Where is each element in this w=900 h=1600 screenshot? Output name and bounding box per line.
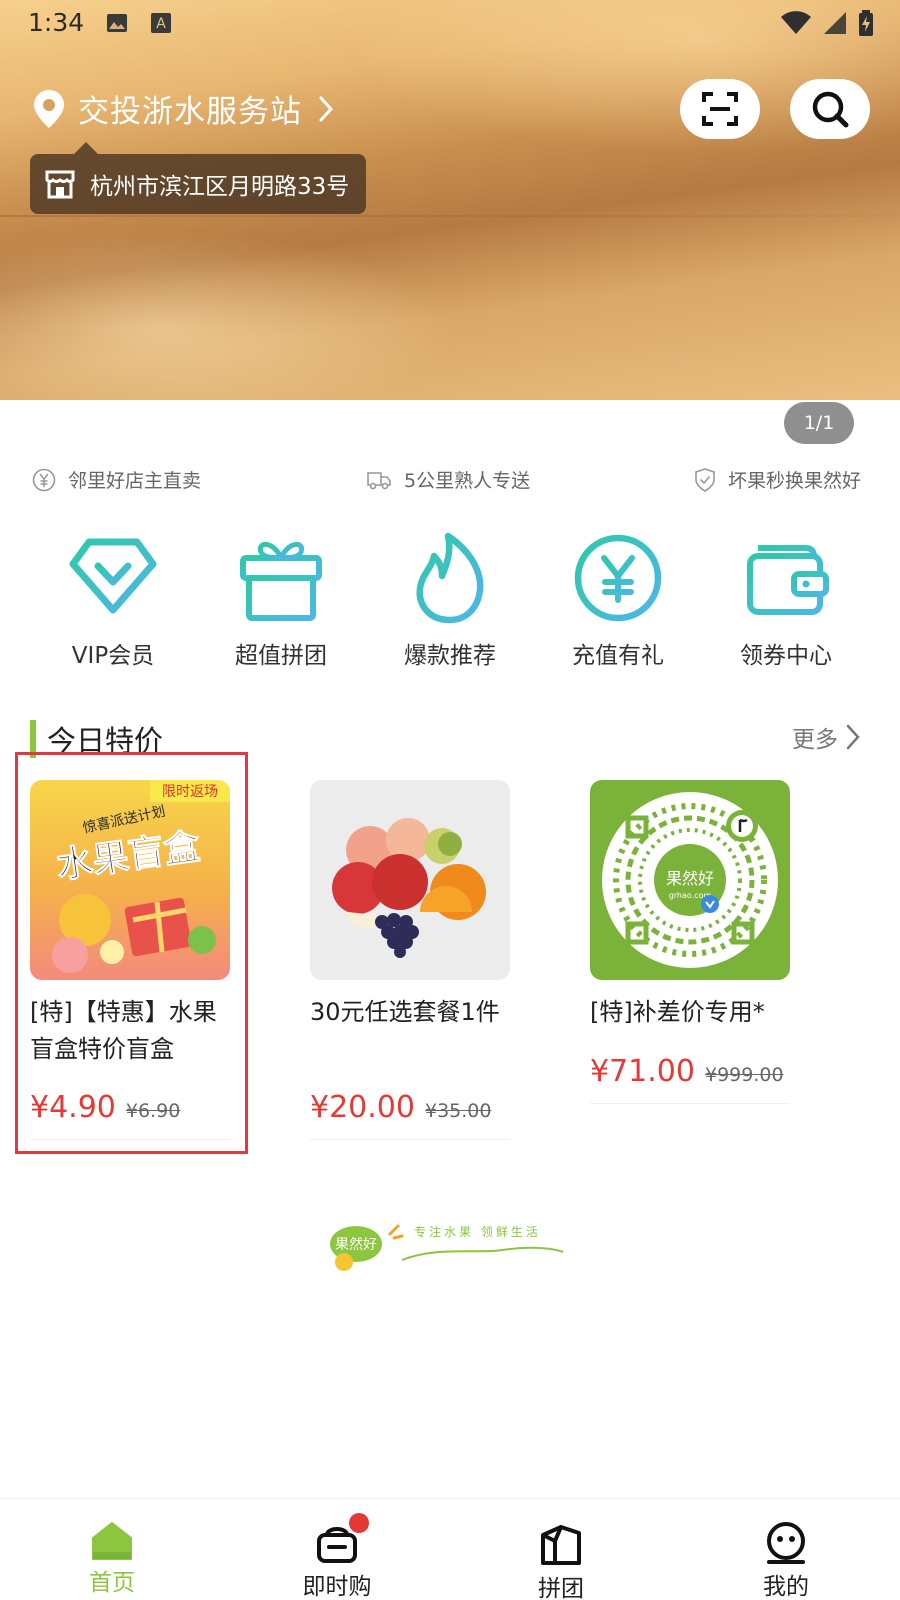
feature-label: 坏果秒换果然好	[728, 470, 862, 492]
chevron-right-icon	[846, 724, 860, 750]
wallet-icon	[747, 545, 829, 615]
more-link[interactable]: 更多	[792, 720, 860, 754]
divider	[310, 1139, 510, 1140]
wifi-icon	[781, 11, 811, 35]
category-label: 充值有礼	[572, 643, 664, 669]
bottom-tab-bar: 首页 即时购 拼团 我的	[0, 1498, 900, 1600]
feature-delivery: 5公里熟人专送	[366, 466, 530, 493]
feature-label: 5公里熟人专送	[404, 470, 531, 492]
banner[interactable]: 1:34 A 交投浙水服务站 杭州市滨江区月明路33号	[0, 0, 900, 400]
address-pill[interactable]: 杭州市滨江区月明路33号	[30, 142, 366, 214]
tab-profile[interactable]: 我的	[716, 1499, 856, 1600]
product-card[interactable]: 果然好 grhao.com [特]补差价专用* ¥71.00 ¥999.00	[590, 780, 790, 1104]
category-label: 超值拼团	[235, 643, 327, 669]
yen-circle-icon	[32, 468, 56, 491]
qr-brand-text: 果然好	[666, 869, 714, 888]
product-name: 30元任选套餐1件	[310, 998, 500, 1026]
delivery-truck-icon	[367, 471, 391, 489]
status-icons	[780, 10, 874, 36]
product-old-price: ¥999.00	[704, 1064, 784, 1086]
banner-pager: 1/1	[784, 402, 854, 444]
flame-icon	[416, 532, 484, 624]
signal-icon	[824, 12, 846, 34]
product-price: ¥71.00	[590, 1054, 695, 1089]
category-vip[interactable]: VIP会员	[48, 530, 178, 670]
notification-dot	[349, 1513, 369, 1533]
battery-icon	[859, 10, 873, 36]
store-icon	[45, 170, 75, 199]
more-label: 更多	[792, 727, 838, 753]
product-old-price: ¥35.00	[424, 1100, 492, 1122]
feature-label: 邻里好店主直卖	[68, 470, 202, 492]
store-name: 交投浙水服务站	[78, 94, 302, 130]
search-icon	[812, 91, 849, 128]
divider	[590, 1103, 790, 1104]
tab-label: 即时购	[302, 1574, 372, 1600]
category-hot[interactable]: 爆款推荐	[385, 530, 515, 670]
selection-highlight	[15, 752, 248, 1154]
scan-icon	[702, 92, 738, 126]
text-notification-icon: A	[151, 13, 171, 33]
shield-check-icon	[695, 467, 715, 492]
brand-slogan-text: 专注水果 领鲜生活	[414, 1224, 541, 1239]
product-price: ¥20.00	[310, 1090, 415, 1125]
category-group-buy[interactable]: 超值拼团	[216, 530, 346, 670]
service-features: 邻里好店主直卖 5公里熟人专送 坏果秒换果然好	[0, 466, 900, 496]
location-pin-icon	[34, 89, 64, 128]
price-row: ¥71.00 ¥999.00	[590, 1054, 790, 1089]
price-row: ¥20.00 ¥35.00	[310, 1090, 510, 1125]
search-button[interactable]	[790, 79, 870, 139]
status-time: 1:34	[28, 8, 85, 37]
qr-code-artwork: 果然好 grhao.com	[602, 792, 778, 968]
home-icon	[92, 1522, 132, 1560]
feature-direct-sale: 邻里好店主直卖	[32, 466, 201, 493]
gallery-icon	[107, 14, 127, 32]
user-face-icon	[767, 1522, 805, 1564]
category-label: 领券中心	[740, 643, 832, 669]
scan-button[interactable]	[680, 79, 760, 139]
tab-label: 首页	[89, 1570, 135, 1596]
category-coupons[interactable]: 领券中心	[721, 530, 851, 670]
tab-instant-buy[interactable]: 即时购	[267, 1499, 407, 1600]
brand-logo: 果然好 专注水果 领鲜生活	[330, 1224, 564, 1271]
tab-label: 拼团	[538, 1576, 584, 1600]
product-card[interactable]: 30元任选套餐1件 ¥20.00 ¥35.00	[310, 780, 510, 1140]
feature-guarantee: 坏果秒换果然好	[694, 466, 861, 493]
store-address: 杭州市滨江区月明路33号	[90, 174, 350, 200]
tab-label: 我的	[763, 1574, 809, 1600]
category-label: 爆款推荐	[404, 643, 496, 669]
category-label: VIP会员	[71, 643, 155, 669]
location-selector[interactable]: 交投浙水服务站	[32, 86, 334, 131]
brand-name-text: 果然好	[335, 1236, 377, 1253]
yen-coin-icon	[574, 534, 662, 622]
gift-icon	[240, 542, 322, 621]
tab-home[interactable]: 首页	[42, 1499, 182, 1600]
vip-diamond-icon	[69, 538, 157, 614]
chevron-right-icon	[319, 96, 334, 121]
product-image-fruit-set	[310, 780, 510, 980]
category-recharge[interactable]: 充值有礼	[553, 530, 683, 670]
fruit-set-artwork	[332, 818, 486, 958]
tab-group-buy[interactable]: 拼团	[491, 1499, 631, 1600]
svg-text:A: A	[156, 16, 166, 32]
group-box-icon	[541, 1525, 581, 1565]
product-image-qr: 果然好 grhao.com	[590, 780, 790, 980]
